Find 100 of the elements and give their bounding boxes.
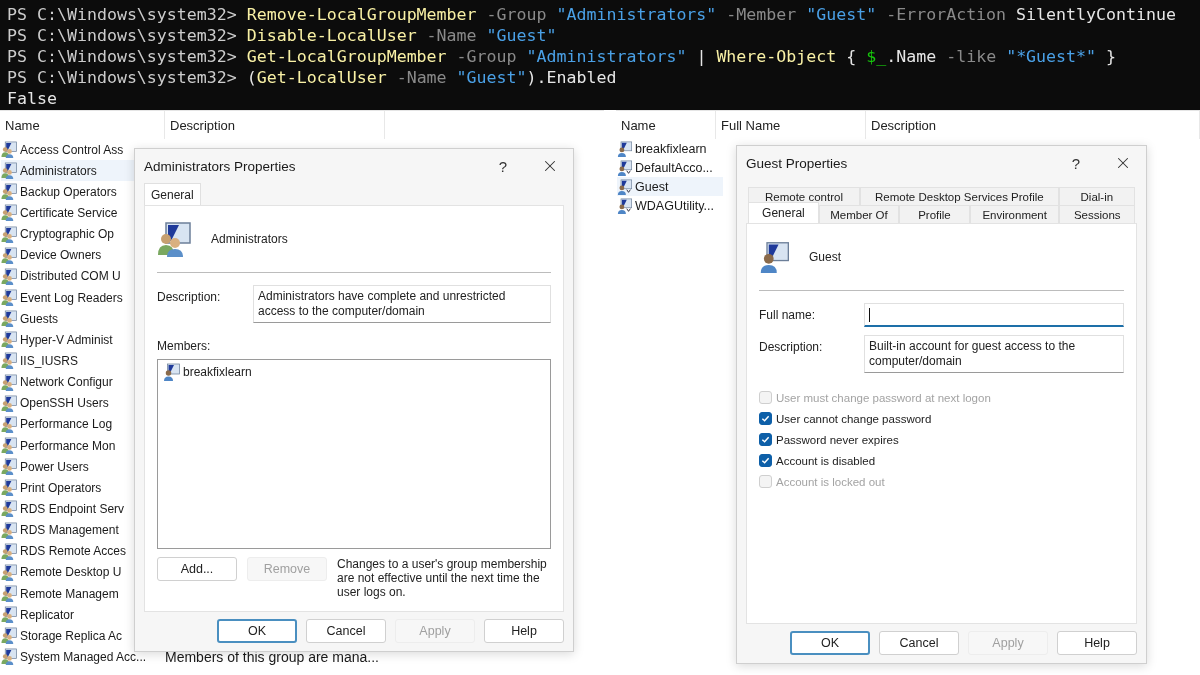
dialog-button[interactable]: OK bbox=[790, 631, 870, 655]
user-name: Guest bbox=[809, 250, 841, 264]
focused-input-field[interactable] bbox=[864, 303, 1124, 327]
checkbox-label: Account is disabled bbox=[776, 454, 876, 467]
users-icon bbox=[1, 373, 18, 391]
user-icon bbox=[163, 363, 181, 381]
users-icon bbox=[157, 221, 193, 257]
users-icon bbox=[1, 521, 18, 539]
group-name: Administrators bbox=[211, 232, 288, 246]
membership-note: Changes to a user's group membership are not effective until the next time the user logs on. bbox=[337, 557, 547, 599]
group-row[interactable]: Performance Log bbox=[1, 413, 173, 435]
member-button[interactable]: Add... bbox=[157, 557, 237, 581]
field-label: Description: bbox=[759, 339, 824, 354]
help-button[interactable]: ? bbox=[491, 155, 515, 177]
users-icon bbox=[1, 183, 18, 201]
terminal-line: PS C:\Windows\system32> Disable-LocalUser -Name "Guest" bbox=[7, 25, 557, 46]
field-label: Full name: bbox=[759, 307, 817, 322]
user-icon bbox=[617, 140, 633, 157]
column-header[interactable]: Name bbox=[616, 111, 716, 139]
group-row[interactable]: Print Operators bbox=[1, 477, 173, 499]
users-icon bbox=[1, 246, 18, 264]
users-icon bbox=[1, 627, 18, 645]
terminal-line: False bbox=[7, 88, 57, 109]
group-row[interactable]: Distributed COM U bbox=[1, 265, 173, 287]
users-icon bbox=[1, 267, 18, 285]
group-row[interactable]: Access Control Ass bbox=[1, 139, 173, 161]
group-row[interactable]: Storage Replica Ac bbox=[1, 625, 173, 647]
group-row[interactable]: Network Configur bbox=[1, 371, 173, 393]
group-row[interactable]: IIS_IUSRS bbox=[1, 350, 173, 372]
column-header[interactable]: Description bbox=[165, 111, 385, 139]
group-row[interactable]: Performance Mon bbox=[1, 434, 173, 457]
tab[interactable]: Remote Desktop Services Profile bbox=[860, 187, 1059, 205]
dialog-button[interactable]: OK bbox=[217, 619, 297, 643]
user-row[interactable]: Guest bbox=[617, 177, 723, 196]
users-icon bbox=[1, 542, 18, 560]
check-icon bbox=[761, 456, 770, 465]
tab[interactable]: Sessions bbox=[1059, 205, 1135, 223]
check-icon bbox=[761, 414, 770, 423]
users-icon bbox=[1, 310, 18, 328]
user-row[interactable]: DefaultAcco... bbox=[617, 158, 723, 177]
tab[interactable]: Dial-in bbox=[1058, 187, 1135, 205]
field-label: Description: bbox=[157, 289, 222, 304]
group-row[interactable]: Certificate Service bbox=[1, 202, 173, 224]
group-row[interactable]: RDS Management bbox=[1, 519, 173, 541]
terminal-line: PS C:\Windows\system32> Get-LocalGroupMember -Group "Administrators" | Where-Object { $_.Name -like "*Guest*" } bbox=[7, 46, 1117, 67]
users-icon bbox=[1, 162, 18, 180]
description-field[interactable]: Administrators have complete and unrestricted access to the computer/domain bbox=[253, 285, 551, 323]
group-row[interactable]: Remote Managem bbox=[1, 582, 173, 605]
checkbox[interactable] bbox=[759, 454, 772, 467]
users-icon bbox=[1, 225, 18, 243]
users-icon bbox=[1, 500, 18, 518]
checkbox[interactable] bbox=[759, 433, 772, 446]
user-icon bbox=[617, 159, 633, 176]
group-row[interactable]: System Managed Acc... Members of this group are mana... bbox=[1, 646, 387, 668]
column-header[interactable]: Description bbox=[866, 111, 1200, 139]
users-icon bbox=[1, 415, 18, 433]
group-row[interactable]: Cryptographic Op bbox=[1, 223, 173, 245]
users-icon bbox=[1, 141, 18, 159]
user-icon bbox=[617, 197, 633, 214]
checkbox-label: User cannot change password bbox=[776, 412, 932, 425]
dialog-button[interactable]: Cancel bbox=[306, 619, 386, 643]
tab[interactable]: General bbox=[144, 183, 201, 205]
group-row[interactable]: RDS Endpoint Serv bbox=[1, 498, 173, 520]
group-row[interactable]: Device Owners bbox=[1, 244, 173, 266]
checkbox-label: Account is locked out bbox=[776, 475, 885, 488]
check-icon bbox=[761, 435, 770, 444]
users-icon bbox=[1, 648, 18, 666]
users-icon bbox=[1, 289, 18, 307]
users-icon bbox=[1, 204, 18, 222]
tab[interactable]: Environment bbox=[969, 205, 1060, 223]
dialog-button[interactable]: Help bbox=[484, 619, 564, 643]
dialog-button[interactable]: Help bbox=[1057, 631, 1137, 655]
tab[interactable]: General bbox=[748, 202, 819, 223]
user-row[interactable]: WDAGUtility... bbox=[617, 196, 723, 215]
tab[interactable]: Member Of bbox=[818, 205, 900, 223]
checkbox-label: Password never expires bbox=[776, 433, 899, 446]
group-row[interactable]: Replicator bbox=[1, 604, 173, 626]
tab[interactable]: Profile bbox=[899, 205, 970, 223]
users-icon bbox=[1, 563, 18, 581]
group-row[interactable]: OpenSSH Users bbox=[1, 392, 173, 414]
user-icon bbox=[617, 178, 633, 195]
field-label: Members: bbox=[157, 339, 212, 353]
tab[interactable]: Remote control bbox=[748, 187, 860, 205]
user-icon bbox=[759, 241, 791, 273]
dialog-button[interactable]: Cancel bbox=[879, 631, 959, 655]
users-icon bbox=[1, 479, 18, 497]
terminal-line: PS C:\Windows\system32> (Get-LocalUser -Name "Guest").Enabled bbox=[7, 67, 617, 88]
user-row[interactable]: breakfixlearn bbox=[617, 139, 723, 158]
checkbox[interactable] bbox=[759, 412, 772, 425]
group-row[interactable]: Guests bbox=[1, 308, 173, 330]
input-field[interactable]: Built-in account for guest access to the computer/domain bbox=[864, 335, 1124, 373]
users-icon bbox=[1, 606, 18, 624]
group-row[interactable]: Power Users bbox=[1, 456, 173, 478]
users-icon bbox=[1, 585, 18, 602]
column-header[interactable]: Name bbox=[0, 111, 165, 139]
column-header[interactable]: Full Name bbox=[716, 111, 866, 139]
users-icon bbox=[1, 331, 18, 349]
terminal-line: PS C:\Windows\system32> Remove-LocalGroupMember -Group "Administrators" -Member "Guest" -ErrorAction SilentlyContinue bbox=[7, 4, 1176, 25]
help-button[interactable]: ? bbox=[1064, 152, 1088, 174]
users-icon bbox=[1, 352, 18, 370]
